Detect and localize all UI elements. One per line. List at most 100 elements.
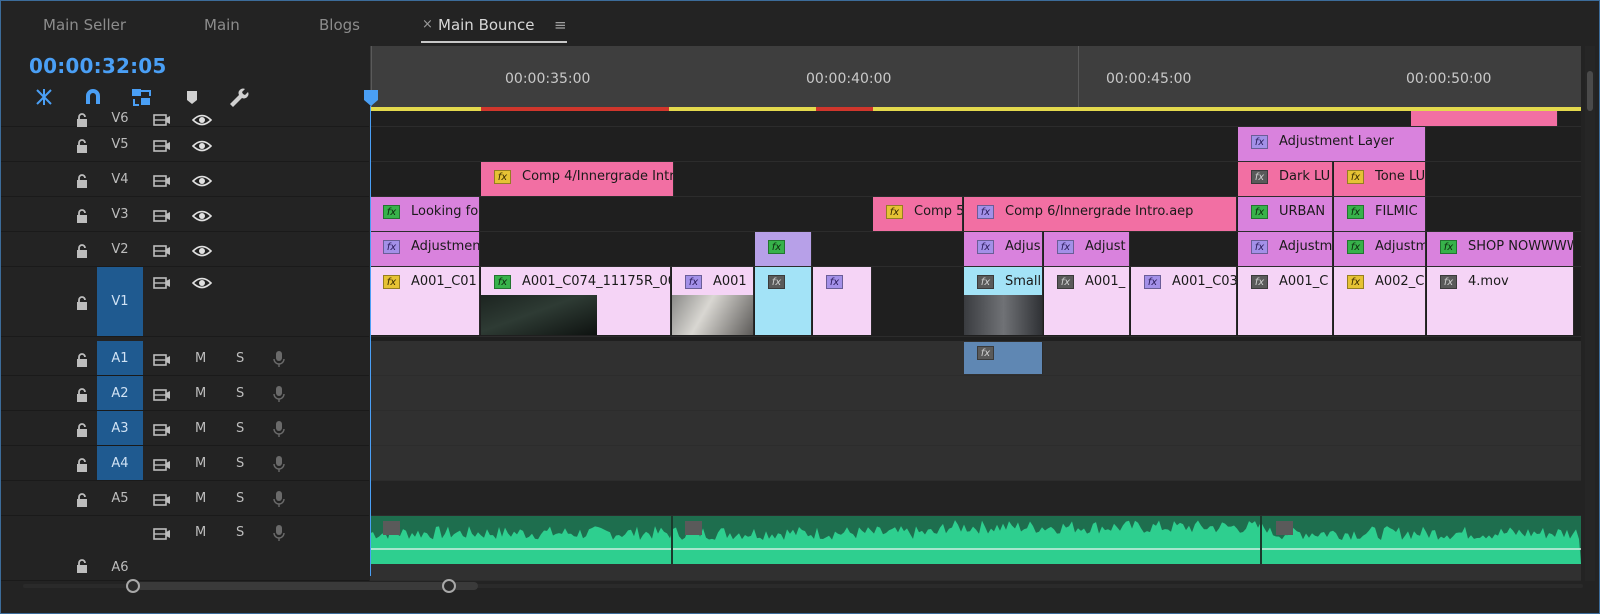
audio-waveform-a6[interactable]	[370, 516, 1581, 564]
solo-button[interactable]: S	[236, 491, 244, 506]
mic-icon[interactable]	[273, 455, 285, 473]
clip-a001[interactable]: fx A001	[672, 267, 754, 335]
mic-icon[interactable]	[273, 420, 285, 438]
sync-lock-icon[interactable]	[153, 492, 171, 506]
sync-lock-icon[interactable]	[153, 526, 171, 540]
clip-adjustm-2[interactable]: fx Adjustm	[1334, 232, 1426, 266]
eye-icon[interactable]	[191, 138, 213, 152]
mute-button[interactable]: M	[195, 525, 206, 540]
lock-icon[interactable]	[75, 558, 89, 573]
mute-button[interactable]: M	[195, 491, 206, 506]
sync-lock-icon[interactable]	[153, 138, 171, 152]
mute-button[interactable]: M	[195, 351, 206, 366]
mic-icon[interactable]	[273, 524, 285, 542]
zoom-handle-right[interactable]	[442, 579, 456, 593]
clip-dark-lut[interactable]: fx Dark LU	[1238, 162, 1333, 196]
playhead-timecode[interactable]: 00:00:32:05	[29, 54, 167, 78]
clip-comp4[interactable]: fx Comp 4/Innergrade Intro.	[481, 162, 674, 196]
mute-button[interactable]: M	[195, 456, 206, 471]
track-name[interactable]: V5	[97, 137, 143, 152]
sequence-track-area[interactable]: fx Adjustment Layer fx Comp 4/Innergrade…	[370, 111, 1581, 581]
track-name[interactable]: V2	[97, 242, 143, 257]
eye-icon[interactable]	[191, 208, 213, 222]
add-marker-icon[interactable]	[181, 87, 203, 107]
vertical-scrollbar[interactable]	[1585, 46, 1595, 581]
clip-a001-c03[interactable]: fx A001_C03	[1131, 267, 1237, 335]
insert-nest-icon[interactable]	[33, 87, 55, 107]
eye-icon[interactable]	[191, 112, 213, 126]
lock-icon[interactable]	[75, 243, 89, 258]
clip-v1-cyan[interactable]: fx	[755, 267, 812, 335]
sync-lock-icon[interactable]	[153, 173, 171, 187]
solo-button[interactable]: S	[236, 525, 244, 540]
tab-main[interactable]: Main	[204, 16, 240, 34]
tab-close-icon[interactable]: ×	[422, 17, 433, 32]
lock-icon[interactable]	[75, 138, 89, 153]
lock-icon[interactable]	[75, 173, 89, 188]
clip-adjustmen[interactable]: fx Adjustmen	[370, 232, 480, 266]
track-name[interactable]: A3	[97, 421, 143, 436]
mic-icon[interactable]	[273, 385, 285, 403]
snap-magnet-icon[interactable]	[82, 87, 104, 107]
audio-clip-a1[interactable]: fx	[964, 342, 1043, 374]
clip-v2-fx[interactable]: fx	[755, 232, 812, 266]
solo-button[interactable]: S	[236, 351, 244, 366]
zoom-handle-left[interactable]	[126, 579, 140, 593]
track-name[interactable]: A5	[97, 491, 143, 506]
track-name[interactable]: A2	[97, 386, 143, 401]
lock-icon[interactable]	[75, 492, 89, 507]
clip-shop-now[interactable]: fx SHOP NOWWWW	[1427, 232, 1574, 266]
mic-icon[interactable]	[273, 350, 285, 368]
eye-icon[interactable]	[191, 275, 213, 289]
clip-comp6[interactable]: fx Comp 6/Innergrade Intro.aep	[964, 197, 1237, 231]
clip-a001-c01[interactable]: fx A001_C01	[370, 267, 480, 335]
track-name[interactable]: V3	[97, 207, 143, 222]
sync-lock-icon[interactable]	[153, 208, 171, 222]
track-name[interactable]: V1	[97, 294, 143, 309]
vertical-scroll-thumb[interactable]	[1587, 71, 1593, 111]
clip-small[interactable]: fx Small	[964, 267, 1043, 335]
clip-4-mov[interactable]: fx 4.mov	[1427, 267, 1574, 335]
clip-adjustm-1[interactable]: fx Adjustm	[1238, 232, 1333, 266]
lock-icon[interactable]	[75, 208, 89, 223]
sync-lock-icon[interactable]	[153, 352, 171, 366]
sync-lock-icon[interactable]	[153, 457, 171, 471]
sync-lock-icon[interactable]	[153, 422, 171, 436]
mic-icon[interactable]	[273, 490, 285, 508]
track-name[interactable]: A4	[97, 456, 143, 471]
sync-lock-icon[interactable]	[153, 243, 171, 257]
clip-filmic[interactable]: fx FILMIC	[1334, 197, 1426, 231]
sync-lock-icon[interactable]	[153, 112, 171, 126]
clip-urban[interactable]: fx URBAN	[1238, 197, 1333, 231]
tab-main-seller[interactable]: Main Seller	[43, 16, 126, 34]
track-name[interactable]: V4	[97, 172, 143, 187]
clip-adjustment-layer[interactable]: fx Adjustment Layer	[1238, 127, 1426, 161]
clip-a001-c[interactable]: fx A001_C	[1238, 267, 1333, 335]
playhead-handle-icon[interactable]	[363, 90, 379, 106]
track-name[interactable]: A6	[97, 560, 143, 575]
playhead-line[interactable]	[370, 106, 371, 576]
clip-a002-c[interactable]: fx A002_C	[1334, 267, 1426, 335]
lock-icon[interactable]	[75, 422, 89, 437]
horizontal-zoom-scrollbar[interactable]	[23, 579, 1583, 593]
linked-selection-icon[interactable]	[130, 87, 152, 107]
clip-adjust[interactable]: fx Adjust	[1044, 232, 1130, 266]
wrench-settings-icon[interactable]	[227, 87, 249, 107]
lock-icon[interactable]	[75, 352, 89, 367]
scroll-thumb[interactable]	[133, 582, 478, 590]
eye-icon[interactable]	[191, 173, 213, 187]
lock-icon[interactable]	[75, 387, 89, 402]
sync-lock-icon[interactable]	[153, 387, 171, 401]
panel-menu-icon[interactable]: ≡	[554, 16, 567, 34]
tab-main-bounce[interactable]: Main Bounce	[438, 16, 535, 34]
track-name[interactable]: A1	[97, 351, 143, 366]
lock-icon[interactable]	[75, 295, 89, 310]
mute-button[interactable]: M	[195, 421, 206, 436]
lock-icon[interactable]	[75, 457, 89, 472]
clip-adjus[interactable]: fx Adjus	[964, 232, 1043, 266]
sync-lock-icon[interactable]	[153, 275, 171, 289]
solo-button[interactable]: S	[236, 456, 244, 471]
clip-v1-fx[interactable]: fx	[813, 267, 872, 335]
eye-icon[interactable]	[191, 243, 213, 257]
solo-button[interactable]: S	[236, 386, 244, 401]
